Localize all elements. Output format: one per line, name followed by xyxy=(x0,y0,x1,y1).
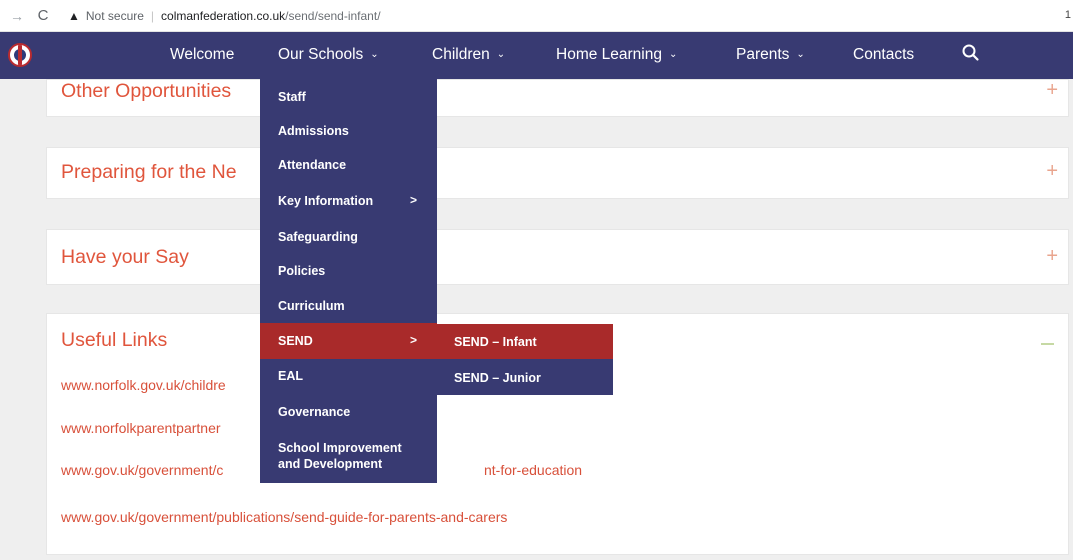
menu-item-label: EAL xyxy=(278,369,303,383)
toolbar-corner-text: 1 xyxy=(1064,9,1071,21)
menu-item-governance[interactable]: Governance xyxy=(260,394,437,430)
useful-link[interactable]: www.gov.uk/government/publications/send-… xyxy=(61,509,507,525)
menu-item-label: Admissions xyxy=(278,124,349,138)
panel-title: Other Opportunities xyxy=(61,80,232,102)
nav-item-our-schools[interactable]: Our Schools ⌄ xyxy=(278,46,379,64)
accordion-have-your-say[interactable]: Have your Say + xyxy=(46,229,1069,285)
nav-label: Welcome xyxy=(170,46,235,63)
menu-item-label-line2: and Development xyxy=(278,457,383,471)
main-navigation: Welcome Our Schools ⌄ Children ⌄ Home Lear… xyxy=(0,32,1073,79)
menu-item-safeguarding[interactable]: Safeguarding xyxy=(260,219,437,255)
search-icon[interactable] xyxy=(960,42,982,64)
menu-item-label: Key Information xyxy=(278,194,374,208)
nav-item-children[interactable]: Children ⌄ xyxy=(432,46,505,64)
panel-title: Preparing for the Ne xyxy=(61,161,237,183)
panel-title: Useful Links xyxy=(61,329,168,351)
nav-item-home-learning[interactable]: Home Learning ⌄ xyxy=(556,46,677,64)
nav-label: Parents xyxy=(736,46,790,63)
useful-link[interactable]: www.gov.uk/government/c xyxy=(61,462,223,478)
browser-address-bar: → C ▲ Not secure | colmanfederation.co.u… xyxy=(0,0,1073,32)
nav-item-contacts[interactable]: Contacts xyxy=(853,46,914,64)
menu-item-label: School Improvement and Development xyxy=(278,440,402,472)
menu-item-label: Policies xyxy=(278,264,326,278)
panel-title: Have your Say xyxy=(61,246,189,268)
accordion-preparing[interactable]: Preparing for the Ne + xyxy=(46,147,1069,199)
nav-label: Our Schools xyxy=(278,46,364,63)
submenu-item-send-infant[interactable]: SEND – Infant xyxy=(437,324,613,359)
minus-icon[interactable] xyxy=(1041,343,1054,345)
nav-item-parents[interactable]: Parents ⌄ xyxy=(736,46,805,64)
useful-link[interactable]: www.norfolk.gov.uk/childre xyxy=(61,377,226,393)
menu-item-attendance[interactable]: Attendance xyxy=(260,147,437,183)
useful-link[interactable]: www.norfolkparentpartner xyxy=(61,420,221,436)
plus-icon[interactable]: + xyxy=(1046,79,1058,102)
menu-item-label: Attendance xyxy=(278,158,347,172)
submenu-item-label: SEND – Infant xyxy=(454,334,537,349)
plus-icon[interactable]: + xyxy=(1046,160,1058,183)
nav-label: Children xyxy=(432,46,490,63)
menu-item-key-information[interactable]: Key Information > xyxy=(260,183,437,219)
reload-icon[interactable]: C xyxy=(32,7,54,24)
menu-item-label: Curriculum xyxy=(278,299,345,313)
url-path: /send/send-infant/ xyxy=(285,8,381,23)
school-logo[interactable] xyxy=(8,43,32,67)
warning-icon: ▲ xyxy=(68,8,80,23)
plus-icon[interactable]: + xyxy=(1046,245,1058,268)
chevron-down-icon: ⌄ xyxy=(668,49,678,60)
menu-item-label: Staff xyxy=(278,90,306,104)
chevron-right-icon: > xyxy=(410,333,418,347)
submenu-item-send-junior[interactable]: SEND – Junior xyxy=(437,360,613,395)
security-label: Not secure xyxy=(85,8,144,23)
url-field[interactable]: ▲ Not secure | colmanfederation.co.uk/se… xyxy=(68,9,381,23)
chevron-down-icon: ⌄ xyxy=(796,49,805,60)
our-schools-dropdown: Staff Admissions Attendance Key Informat… xyxy=(260,79,437,483)
menu-item-label: Safeguarding xyxy=(278,230,358,244)
nav-item-welcome[interactable]: Welcome xyxy=(170,46,234,64)
menu-item-school-improvement[interactable]: School Improvement and Development xyxy=(260,435,437,477)
menu-item-curriculum[interactable]: Curriculum xyxy=(260,288,437,324)
chevron-down-icon: ⌄ xyxy=(496,49,506,60)
nav-label: Contacts xyxy=(853,46,915,63)
menu-item-eal[interactable]: EAL xyxy=(260,358,437,394)
menu-item-label: SEND xyxy=(278,334,313,348)
forward-arrow-icon[interactable]: → xyxy=(6,8,28,24)
useful-link-tail[interactable]: nt-for-education xyxy=(484,462,582,478)
menu-item-policies[interactable]: Policies xyxy=(260,253,437,289)
chevron-down-icon: ⌄ xyxy=(370,49,379,60)
url-separator: | xyxy=(150,8,155,23)
accordion-other-opportunities[interactable]: Other Opportunities + xyxy=(46,79,1069,117)
menu-item-admissions[interactable]: Admissions xyxy=(260,113,437,149)
menu-item-label-line1: School Improvement xyxy=(278,441,402,455)
menu-item-send[interactable]: SEND > xyxy=(260,323,437,359)
url-host: colmanfederation.co.uk xyxy=(161,8,286,23)
chevron-right-icon: > xyxy=(410,193,418,207)
nav-label: Home Learning xyxy=(556,46,662,63)
submenu-item-label: SEND – Junior xyxy=(454,370,541,385)
menu-item-staff[interactable]: Staff xyxy=(260,79,437,115)
send-submenu: SEND – Infant SEND – Junior xyxy=(437,324,613,395)
menu-item-label: Governance xyxy=(278,405,351,419)
